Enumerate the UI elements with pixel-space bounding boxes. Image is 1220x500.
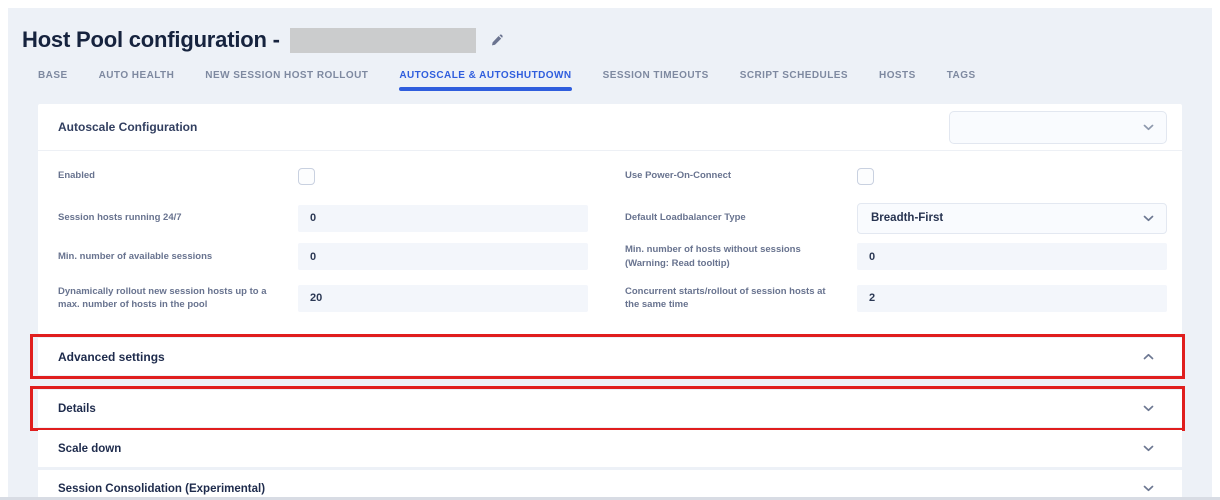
field-cell: Enabled (38, 168, 588, 185)
section-advanced-settings[interactable]: Advanced settings (38, 338, 1182, 375)
tab-base[interactable]: BASE (38, 70, 68, 96)
tab-hosts[interactable]: HOSTS (879, 70, 916, 96)
enabled-label: Enabled (58, 169, 298, 182)
section-scale-down-label: Scale down (58, 443, 121, 455)
field-cell: Default Loadbalancer Type Breadth-First (588, 203, 1182, 234)
session-hosts-running-24-7-input[interactable] (298, 205, 588, 232)
field-control (298, 168, 588, 185)
chevron-down-icon (1143, 215, 1154, 222)
min-number-of-hosts-without-sessions-warning-read-tooltip-label: Min. number of hosts without sessions (W… (625, 243, 857, 270)
field-row: Min. number of available sessions Min. nu… (38, 239, 1182, 274)
field-row: Dynamically rollout new session hosts up… (38, 274, 1182, 322)
default-loadbalancer-type-label: Default Loadbalancer Type (625, 211, 857, 224)
field-control (298, 285, 588, 312)
chevron-down-icon (1143, 445, 1154, 452)
chevron-down-icon (1143, 485, 1154, 492)
field-control (857, 168, 1167, 185)
page-title: Host Pool configuration - (22, 27, 280, 53)
chevron-down-icon (1143, 124, 1154, 131)
tab-bar: BASE AUTO HEALTH NEW SESSION HOST ROLLOUT A… (38, 70, 1212, 96)
section-scale-down[interactable]: Scale down (38, 430, 1182, 467)
annotation-box (30, 334, 1185, 379)
tab-session-timeouts[interactable]: SESSION TIMEOUTS (603, 70, 709, 96)
use-power-on-connect-checkbox[interactable] (857, 168, 874, 185)
field-control (857, 243, 1167, 270)
session-hosts-running-24-7-label: Session hosts running 24/7 (58, 211, 298, 224)
field-cell: Min. number of hosts without sessions (W… (588, 243, 1182, 270)
field-control (857, 285, 1167, 312)
card-title: Autoscale Configuration (58, 120, 197, 134)
tab-script-schedules[interactable]: SCRIPT SCHEDULES (740, 70, 848, 96)
chevron-up-icon (1143, 353, 1154, 360)
section-list: Advanced settings Details Scale down Sessio… (38, 338, 1182, 497)
default-loadbalancer-type-select[interactable]: Breadth-First (857, 203, 1167, 234)
section-advanced-settings-label: Advanced settings (58, 350, 165, 364)
section-details[interactable]: Details (38, 390, 1182, 427)
host-pool-name-redacted (290, 28, 476, 53)
field-cell: Dynamically rollout new session hosts up… (38, 285, 588, 312)
edit-icon[interactable] (490, 33, 504, 47)
autoscale-configuration-card: Autoscale Configuration Enabled Use Power… (38, 104, 1182, 334)
annotation-box (30, 386, 1185, 431)
concurrent-starts-rollout-of-session-hosts-at-the-same-time-label: Concurrent starts/rollout of session hos… (625, 285, 857, 312)
field-cell: Session hosts running 24/7 (38, 205, 588, 232)
tab-tags[interactable]: TAGS (947, 70, 976, 96)
concurrent-starts-rollout-of-session-hosts-at-the-same-time-input[interactable] (857, 285, 1167, 312)
section-details-label: Details (58, 403, 96, 415)
field-control (298, 243, 588, 270)
card-header: Autoscale Configuration (38, 104, 1182, 151)
tab-autoscale-autoshutdown[interactable]: AUTOSCALE & AUTOSHUTDOWN (399, 70, 571, 96)
default-loadbalancer-type-select-value: Breadth-First (871, 212, 943, 224)
min-number-of-available-sessions-input[interactable] (298, 243, 588, 270)
field-rows: Enabled Use Power-On-Connect Session hosts… (38, 151, 1182, 334)
title-row: Host Pool configuration - (8, 8, 1212, 53)
tab-new-session-host-rollout[interactable]: NEW SESSION HOST ROLLOUT (205, 70, 368, 96)
use-power-on-connect-label: Use Power-On-Connect (625, 169, 857, 182)
configuration-preset-select[interactable] (949, 111, 1167, 144)
min-number-of-available-sessions-label: Min. number of available sessions (58, 250, 298, 263)
min-number-of-hosts-without-sessions-warning-read-tooltip-input[interactable] (857, 243, 1167, 270)
dynamically-rollout-new-session-hosts-up-to-a-max-number-of-hosts-in-the-pool-input[interactable] (298, 285, 588, 312)
section-session-consolidation-experimental[interactable]: Session Consolidation (Experimental) (38, 470, 1182, 497)
field-row: Session hosts running 24/7 Default Loadba… (38, 197, 1182, 239)
field-control (298, 205, 588, 232)
chevron-down-icon (1143, 405, 1154, 412)
enabled-checkbox[interactable] (298, 168, 315, 185)
section-session-consolidation-experimental-label: Session Consolidation (Experimental) (58, 483, 265, 495)
field-cell: Use Power-On-Connect (588, 168, 1182, 185)
field-cell: Min. number of available sessions (38, 243, 588, 270)
field-control: Breadth-First (857, 203, 1167, 234)
field-cell: Concurrent starts/rollout of session hos… (588, 285, 1182, 312)
host-pool-config-page: Host Pool configuration - BASE AUTO HEALT… (8, 8, 1212, 497)
field-row: Enabled Use Power-On-Connect (38, 155, 1182, 197)
dynamically-rollout-new-session-hosts-up-to-a-max-number-of-hosts-in-the-pool-label: Dynamically rollout new session hosts up… (58, 285, 298, 312)
tab-auto-health[interactable]: AUTO HEALTH (99, 70, 175, 96)
